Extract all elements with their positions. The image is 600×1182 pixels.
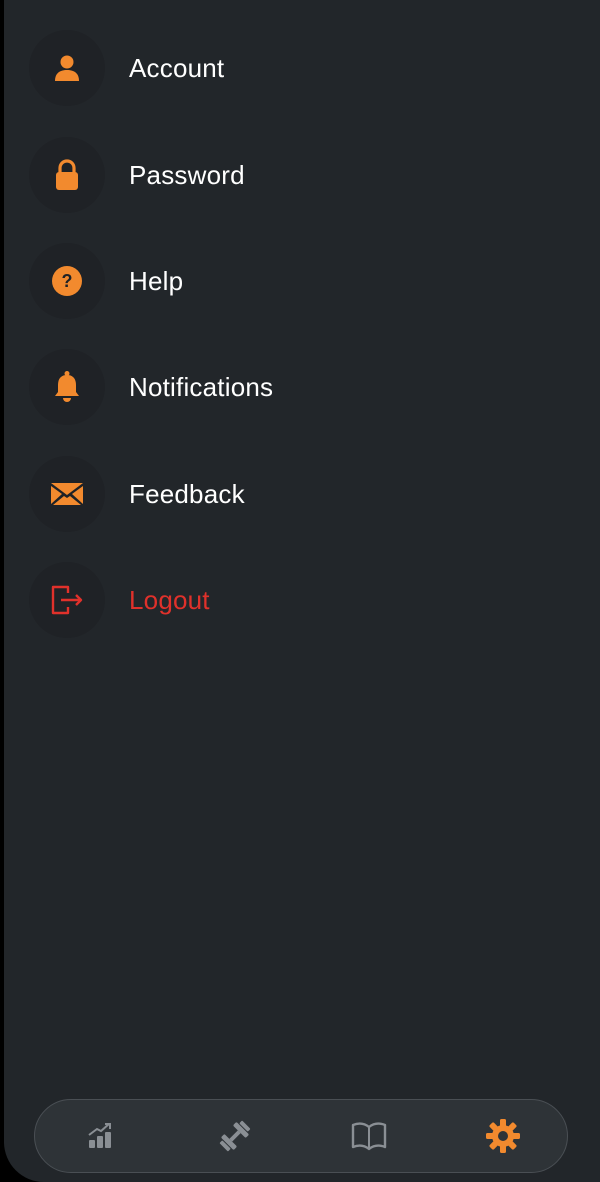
menu-item-logout[interactable]: Logout [4,560,600,640]
menu-item-feedback[interactable]: Feedback [4,454,600,534]
envelope-icon [51,483,83,505]
logout-icon-container [29,562,105,638]
menu-item-label: Account [129,52,225,83]
tab-progress[interactable] [61,1100,141,1172]
tab-library[interactable] [329,1100,409,1172]
tab-settings[interactable] [463,1100,543,1172]
password-icon-container [29,137,105,213]
logout-icon [51,585,83,615]
help-icon-container: ? [29,243,105,319]
bottom-tab-bar [34,1099,568,1173]
settings-screen: Account Password ? Help Notifications Fe… [4,0,600,1182]
menu-item-notifications[interactable]: Notifications [4,347,600,427]
menu-item-label: Feedback [129,478,245,509]
book-icon [351,1122,387,1151]
dumbbell-icon [219,1120,251,1152]
menu-item-password[interactable]: Password [4,135,600,215]
chart-icon [88,1123,111,1148]
gear-icon [486,1119,520,1153]
lock-icon [56,159,78,190]
menu-item-label: Logout [129,584,210,615]
bell-icon [55,371,79,402]
person-icon [55,55,79,81]
notifications-icon-container [29,349,105,425]
account-icon-container [29,30,105,106]
menu-item-help[interactable]: ? Help [4,241,600,321]
menu-item-label: Notifications [129,371,274,402]
menu-item-account[interactable]: Account [4,28,600,108]
feedback-icon-container [29,456,105,532]
tab-workouts[interactable] [195,1100,275,1172]
help-icon: ? [52,266,82,296]
menu-item-label: Password [129,159,245,190]
svg-text:?: ? [62,271,73,291]
menu-item-label: Help [129,265,184,296]
